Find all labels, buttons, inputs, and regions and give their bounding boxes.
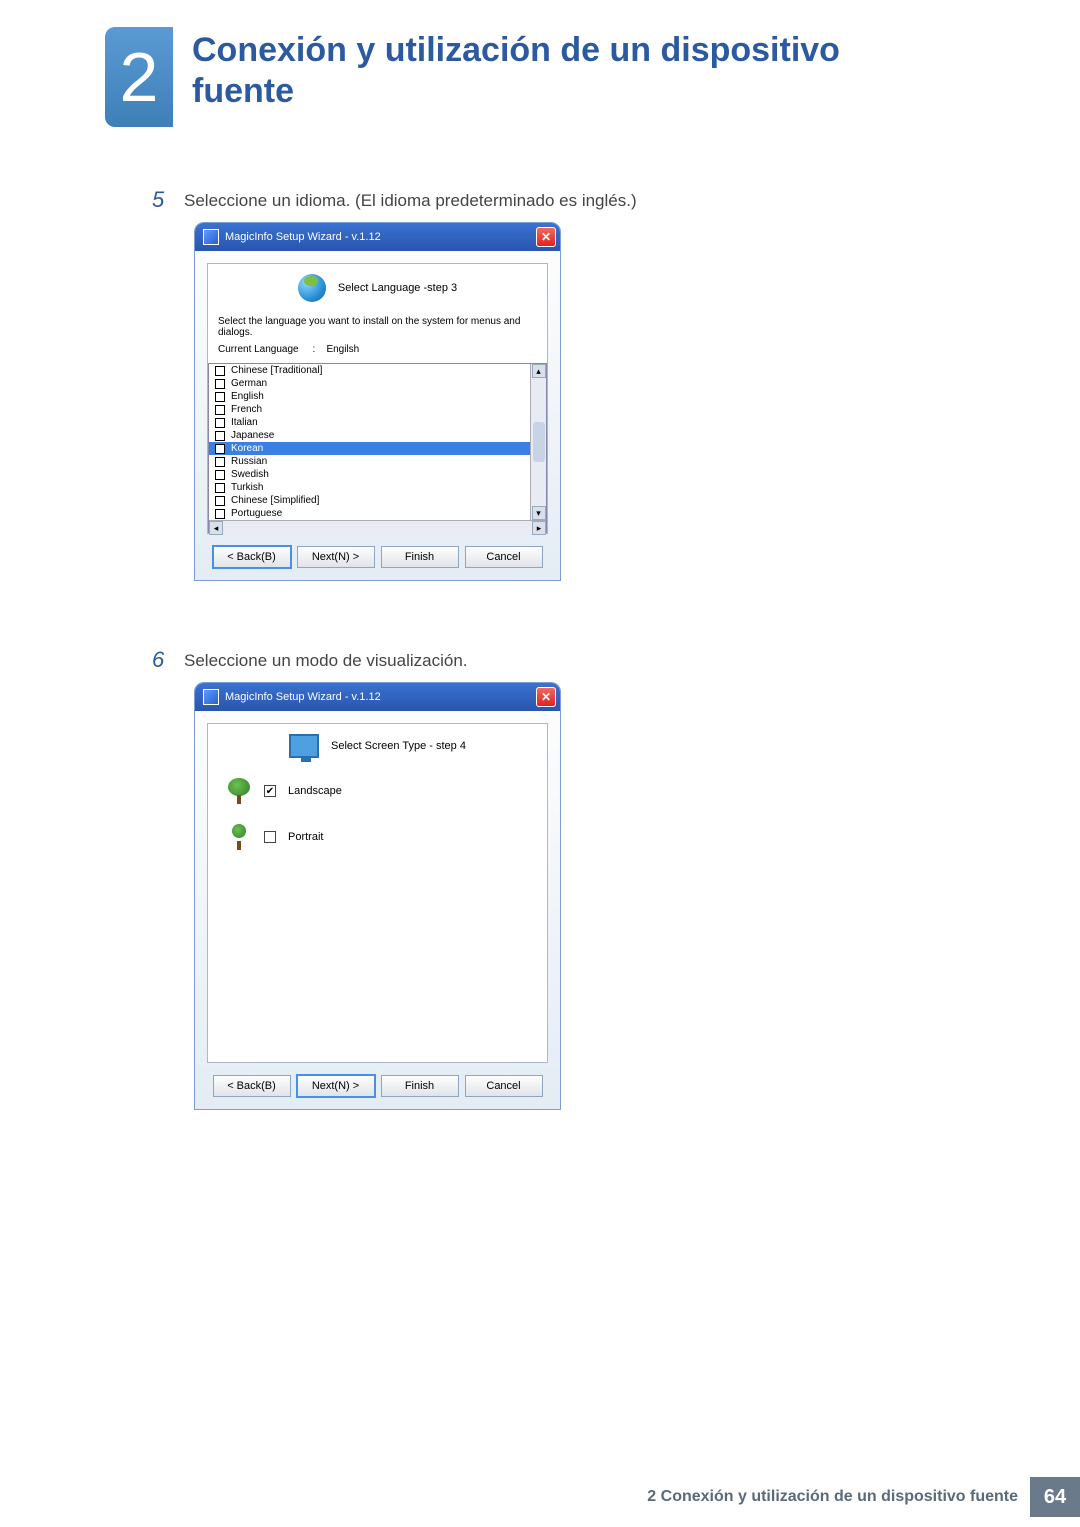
language-panel: Select Language -step 3 Select the langu… <box>207 263 548 534</box>
language-label: German <box>231 378 267 389</box>
language-description: Select the language you want to install … <box>208 312 547 342</box>
checkbox-icon[interactable]: ✔ <box>264 785 276 797</box>
tree-icon <box>226 824 252 850</box>
current-language-label: Current Language <box>218 344 299 355</box>
language-item[interactable]: Swedish <box>209 468 530 481</box>
wizard-screentype: MagicInfo Setup Wizard - v.1.12 ✕ Select… <box>194 682 561 1110</box>
app-icon <box>203 229 219 245</box>
finish-button[interactable]: Finish <box>381 1075 459 1097</box>
screentype-step-title: Select Screen Type - step 4 <box>331 740 466 752</box>
step-5-number: 5 <box>152 187 184 213</box>
scroll-left-icon[interactable]: ◂ <box>209 521 223 535</box>
checkbox-icon[interactable] <box>215 392 225 402</box>
language-item[interactable]: Italian <box>209 416 530 429</box>
language-item[interactable]: Chinese [Traditional] <box>209 364 530 377</box>
current-language-sep: : <box>313 344 316 355</box>
wizard-body: Select Screen Type - step 4 ✔ Landscape Po… <box>195 711 560 1109</box>
language-item[interactable]: French <box>209 403 530 416</box>
language-item[interactable]: Korean <box>209 442 530 455</box>
language-listbox[interactable]: Chinese [Traditional] German English French… <box>208 363 547 533</box>
scroll-thumb[interactable] <box>533 422 545 462</box>
language-label: Japanese <box>231 430 274 441</box>
cancel-button[interactable]: Cancel <box>465 546 543 568</box>
wizard-language: MagicInfo Setup Wizard - v.1.12 ✕ Select… <box>194 222 561 581</box>
close-icon[interactable]: ✕ <box>536 227 556 247</box>
checkbox-icon[interactable] <box>215 366 225 376</box>
checkbox-icon[interactable] <box>215 444 225 454</box>
language-item[interactable]: Turkish <box>209 481 530 494</box>
language-label: French <box>231 404 262 415</box>
language-label: Russian <box>231 456 267 467</box>
checkbox-icon[interactable] <box>215 431 225 441</box>
checkbox-icon[interactable] <box>215 418 225 428</box>
language-label: Chinese [Traditional] <box>231 365 322 376</box>
wizard-title-text: MagicInfo Setup Wizard - v.1.12 <box>225 231 536 243</box>
wizard-title-text: MagicInfo Setup Wizard - v.1.12 <box>225 691 536 703</box>
language-item[interactable]: Japanese <box>209 429 530 442</box>
app-icon <box>203 689 219 705</box>
language-item[interactable]: Russian <box>209 455 530 468</box>
scroll-up-icon[interactable]: ▴ <box>532 364 546 378</box>
screentype-option[interactable]: ✔ Landscape <box>208 768 547 814</box>
screentype-label: Landscape <box>288 785 342 797</box>
next-button[interactable]: Next(N) > <box>297 1075 375 1097</box>
language-label: Swedish <box>231 469 269 480</box>
language-label: Chinese [Simplified] <box>231 495 319 506</box>
screentype-panel-header: Select Screen Type - step 4 <box>208 724 547 768</box>
language-label: Italian <box>231 417 258 428</box>
back-button[interactable]: < Back(B) <box>213 1075 291 1097</box>
checkbox-icon[interactable] <box>215 379 225 389</box>
step-6-row: 6 Seleccione un modo de visualización. <box>152 647 468 673</box>
checkbox-icon[interactable] <box>215 405 225 415</box>
language-step-title: Select Language -step 3 <box>338 282 457 294</box>
page-footer: 2 Conexión y utilización de un dispositi… <box>647 1477 1080 1517</box>
checkbox-icon[interactable] <box>215 483 225 493</box>
page-number: 64 <box>1030 1477 1080 1517</box>
checkbox-icon[interactable] <box>215 470 225 480</box>
language-label: Portuguese <box>231 508 282 519</box>
checkbox-icon[interactable] <box>264 831 276 843</box>
wizard-titlebar: MagicInfo Setup Wizard - v.1.12 ✕ <box>195 683 560 711</box>
language-item[interactable]: English <box>209 390 530 403</box>
screentype-option[interactable]: Portrait <box>208 814 547 860</box>
checkbox-icon[interactable] <box>215 509 225 519</box>
chapter-number-tab: 2 <box>105 27 173 127</box>
language-label: English <box>231 391 264 402</box>
horizontal-scrollbar[interactable]: ◂ ▸ <box>209 520 546 535</box>
language-label: Turkish <box>231 482 263 493</box>
language-label: Korean <box>231 443 263 454</box>
cancel-button[interactable]: Cancel <box>465 1075 543 1097</box>
checkbox-icon[interactable] <box>215 496 225 506</box>
scroll-down-icon[interactable]: ▾ <box>532 506 546 520</box>
wizard-button-row: < Back(B) Next(N) > Finish Cancel <box>207 546 548 568</box>
step-5-text: Seleccione un idioma. (El idioma predete… <box>184 187 637 213</box>
language-item[interactable]: German <box>209 377 530 390</box>
screentype-panel: Select Screen Type - step 4 ✔ Landscape Po… <box>207 723 548 1063</box>
back-button[interactable]: < Back(B) <box>213 546 291 568</box>
checkbox-icon[interactable] <box>215 457 225 467</box>
wizard-body: Select Language -step 3 Select the langu… <box>195 251 560 580</box>
finish-button[interactable]: Finish <box>381 546 459 568</box>
globe-icon <box>298 274 326 302</box>
screentype-label: Portrait <box>288 831 323 843</box>
step-5-row: 5 Seleccione un idioma. (El idioma prede… <box>152 187 637 213</box>
current-language-row: Current Language : Engilsh <box>208 342 547 363</box>
language-item[interactable]: Portuguese <box>209 507 530 520</box>
wizard-button-row: < Back(B) Next(N) > Finish Cancel <box>207 1075 548 1097</box>
next-button[interactable]: Next(N) > <box>297 546 375 568</box>
language-panel-header: Select Language -step 3 <box>208 264 547 312</box>
step-6-text: Seleccione un modo de visualización. <box>184 647 468 673</box>
chapter-title: Conexión y utilización de un dispositivo… <box>192 30 892 112</box>
language-item[interactable]: Chinese [Simplified] <box>209 494 530 507</box>
step-6-number: 6 <box>152 647 184 673</box>
scroll-right-icon[interactable]: ▸ <box>532 521 546 535</box>
wizard-titlebar: MagicInfo Setup Wizard - v.1.12 ✕ <box>195 223 560 251</box>
current-language-value: Engilsh <box>326 344 359 355</box>
tree-icon <box>226 778 252 804</box>
close-icon[interactable]: ✕ <box>536 687 556 707</box>
monitor-icon <box>289 734 319 758</box>
vertical-scrollbar[interactable]: ▴ ▾ <box>530 364 546 520</box>
footer-chapter-text: 2 Conexión y utilización de un dispositi… <box>647 1488 1018 1506</box>
